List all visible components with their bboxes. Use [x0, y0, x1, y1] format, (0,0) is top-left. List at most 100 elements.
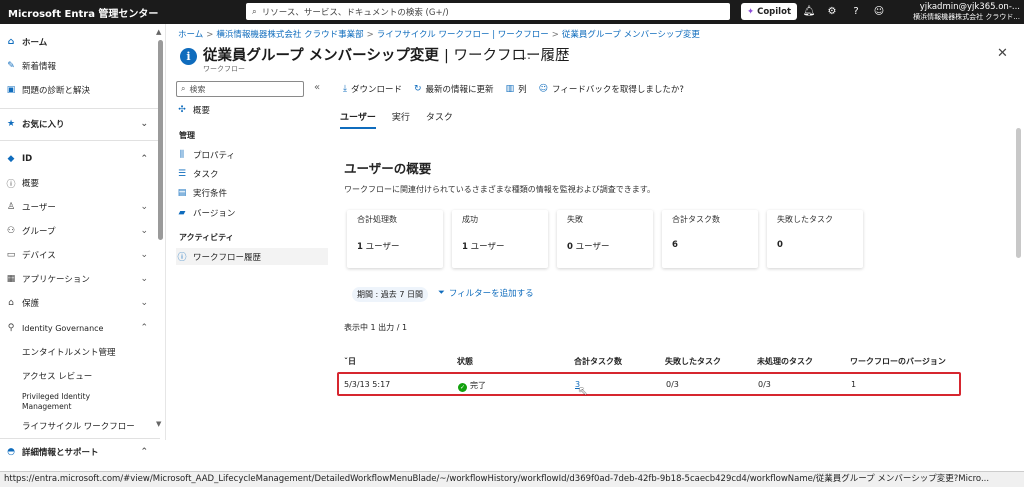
- sidebar-label: ID: [22, 154, 33, 164]
- columns-label: 列: [518, 85, 527, 95]
- blade-nav-conditions[interactable]: ▤ 実行条件: [176, 184, 328, 201]
- column-header-status[interactable]: 状態: [457, 356, 473, 367]
- sidebar-label: 詳細情報とサポート: [22, 448, 99, 458]
- sidebar-item-identity-governance[interactable]: ⚲ Identity Governance ⌃: [0, 316, 160, 340]
- sidebar-label: お気に入り: [22, 120, 65, 130]
- column-header-pending-tasks[interactable]: 未処理のタスク: [757, 356, 813, 367]
- breadcrumb-home[interactable]: ホーム: [178, 30, 203, 40]
- sidebar-label: 新着情報: [22, 62, 57, 72]
- cell-workflow-version: 1: [851, 380, 857, 389]
- column-header-failed-tasks[interactable]: 失敗したタスク: [665, 356, 721, 367]
- feedback-icon[interactable]: ☺: [871, 4, 887, 20]
- period-filter-pill[interactable]: 期間 : 過去 7 日間: [352, 287, 428, 302]
- support-icon: ◓: [7, 447, 15, 457]
- blade-nav-versions[interactable]: ▰ バージョン: [176, 204, 328, 221]
- feedback-button[interactable]: ☺ フィードバックを取得しましたか?: [539, 83, 684, 95]
- columns-button[interactable]: ▥ 列: [506, 83, 527, 95]
- sidebar-item-protection[interactable]: ⌂ 保護 ⌄: [0, 291, 160, 315]
- sidebar-scroll-thumb[interactable]: [158, 40, 163, 240]
- sidebar-item-entitlement[interactable]: エンタイトルメント管理: [0, 340, 160, 364]
- sidebar-item-applications[interactable]: ▦ アプリケーション ⌄: [0, 267, 160, 291]
- properties-icon: ⫼: [179, 149, 185, 160]
- blade-nav-properties[interactable]: ⫼ プロパティ: [176, 146, 328, 163]
- sidebar-item-access-review[interactable]: アクセス レビュー: [0, 364, 160, 388]
- sidebar-label: エンタイトルメント管理: [22, 348, 116, 358]
- sidebar-label: アクセス レビュー: [22, 372, 93, 382]
- sidebar-item-favorites[interactable]: ★ お気に入り ⌄: [0, 112, 160, 136]
- sidebar-item-overview[interactable]: ⓘ 概要: [0, 171, 160, 195]
- sidebar-item-users[interactable]: ♙ ユーザー ⌄: [0, 195, 160, 219]
- sidebar-item-whats-new[interactable]: ✎ 新着情報: [0, 54, 160, 78]
- brand-title[interactable]: Microsoft Entra 管理センター: [0, 5, 246, 20]
- tab-tasks[interactable]: タスク: [426, 110, 453, 129]
- sidebar-item-home[interactable]: ⌂ ホーム: [0, 30, 160, 54]
- megaphone-icon: ✎: [7, 61, 15, 71]
- feedback-person-icon: ☺: [538, 84, 548, 94]
- table-row[interactable]: [337, 372, 961, 396]
- cell-status: ✓ 完了: [458, 380, 486, 392]
- copilot-button[interactable]: ✦ Copilot: [741, 3, 797, 20]
- chevron-down-icon: ⌄: [140, 119, 148, 129]
- blade-nav-history[interactable]: ⓘ ワークフロー履歴: [176, 248, 328, 265]
- notification-bell-icon[interactable]: 🔔︎: [801, 4, 817, 20]
- blade-nav-tasks[interactable]: ☰ タスク: [176, 165, 328, 182]
- stat-label: 失敗: [567, 215, 583, 224]
- add-filter-button[interactable]: ⏷ フィルターを追加する: [438, 287, 534, 299]
- sidebar-item-devices[interactable]: ▭ デバイス ⌄: [0, 243, 160, 267]
- blade-nav-activity-header: アクティビティ: [179, 233, 234, 242]
- download-button[interactable]: ⤓ ダウンロード: [343, 83, 402, 95]
- tab-list: ユーザー 実行 タスク: [340, 110, 453, 129]
- stat-card-failed: 失敗 0 ユーザー: [557, 210, 653, 268]
- blade-search-input[interactable]: ⌕ 検索: [176, 81, 304, 97]
- feedback-label: フィードバックを取得しましたか?: [551, 85, 684, 95]
- home-icon: ⌂: [7, 37, 15, 47]
- breadcrumb-tenant[interactable]: 横浜情報機器株式会社 クラウド事業部: [216, 30, 363, 40]
- copilot-label: Copilot: [757, 6, 792, 17]
- column-header-date[interactable]: ˇ日: [344, 356, 356, 367]
- download-icon: ⤓: [343, 84, 347, 94]
- blade-nav-label: プロパティ: [193, 150, 235, 161]
- stat-value: 1 ユーザー: [462, 240, 504, 252]
- sidebar-item-diagnose[interactable]: ▣ 問題の診断と解決: [0, 78, 160, 102]
- account-org: 横浜情報機器株式会社 クラウド...: [913, 13, 1020, 21]
- column-header-total-tasks[interactable]: 合計タスク数: [574, 356, 622, 367]
- tab-runs[interactable]: 実行: [392, 110, 410, 129]
- search-placeholder: 検索: [189, 84, 206, 94]
- sidebar-item-learn-support[interactable]: ◓ 詳細情報とサポート ⌃: [0, 442, 160, 462]
- close-icon[interactable]: ✕: [997, 46, 1008, 61]
- sidebar-label: ホーム: [22, 38, 48, 48]
- lock-icon: ⌂: [8, 298, 14, 308]
- scroll-down-arrow-icon[interactable]: ▼: [156, 420, 161, 428]
- info-icon: ⓘ: [177, 253, 187, 263]
- user-icon: ♙: [6, 202, 16, 212]
- blade-nav-overview[interactable]: ✣ 概要: [176, 101, 328, 118]
- stat-card-total: 合計処理数 1 ユーザー: [347, 210, 443, 268]
- chevron-up-icon: ⌃: [140, 323, 148, 333]
- gear-icon[interactable]: ⚙: [824, 4, 840, 20]
- sidebar-item-lifecycle[interactable]: ライフサイクル ワークフロー: [0, 414, 160, 438]
- scroll-up-arrow-icon[interactable]: ▲: [156, 28, 161, 36]
- blade-nav-manage-header: 管理: [179, 131, 195, 140]
- success-check-icon: ✓: [458, 383, 467, 392]
- refresh-button[interactable]: ↻ 最新の情報に更新: [414, 83, 494, 95]
- chevron-down-icon: ⌄: [140, 250, 148, 260]
- breadcrumb-workflow[interactable]: 従業員グループ メンバーシップ変更: [562, 30, 700, 40]
- sidebar-label: 問題の診断と解決: [22, 86, 91, 96]
- global-search-input[interactable]: ⌕ リソース、サービス、ドキュメントの検索 (G+/): [246, 3, 730, 20]
- workflow-info-icon: i: [180, 48, 197, 65]
- breadcrumb-lifecycle[interactable]: ライフサイクル ワークフロー | ワークフロー: [377, 30, 549, 40]
- sidebar-item-groups[interactable]: ⚇ グループ ⌄: [0, 219, 160, 243]
- collapse-menu-icon[interactable]: «: [314, 82, 320, 93]
- sidebar-label: ライフサイクル ワークフロー: [22, 422, 135, 432]
- help-icon[interactable]: ?: [848, 4, 864, 20]
- more-options-icon[interactable]: …: [519, 48, 531, 62]
- sidebar-item-pim[interactable]: Privileged Identity Management: [0, 388, 120, 416]
- sidebar-label: ユーザー: [22, 203, 56, 213]
- account-menu[interactable]: yjkadmin@yjk365.on-... 横浜情報機器株式会社 クラウド..…: [913, 2, 1020, 22]
- main-scrollbar[interactable]: [1016, 128, 1021, 258]
- blade-nav-label: 概要: [193, 105, 211, 116]
- stat-unit: ユーザー: [467, 242, 505, 252]
- sidebar-item-id[interactable]: ◆ ID ⌃: [0, 147, 160, 171]
- tab-users[interactable]: ユーザー: [340, 110, 376, 129]
- column-header-workflow-version[interactable]: ワークフローのバージョン: [850, 356, 946, 367]
